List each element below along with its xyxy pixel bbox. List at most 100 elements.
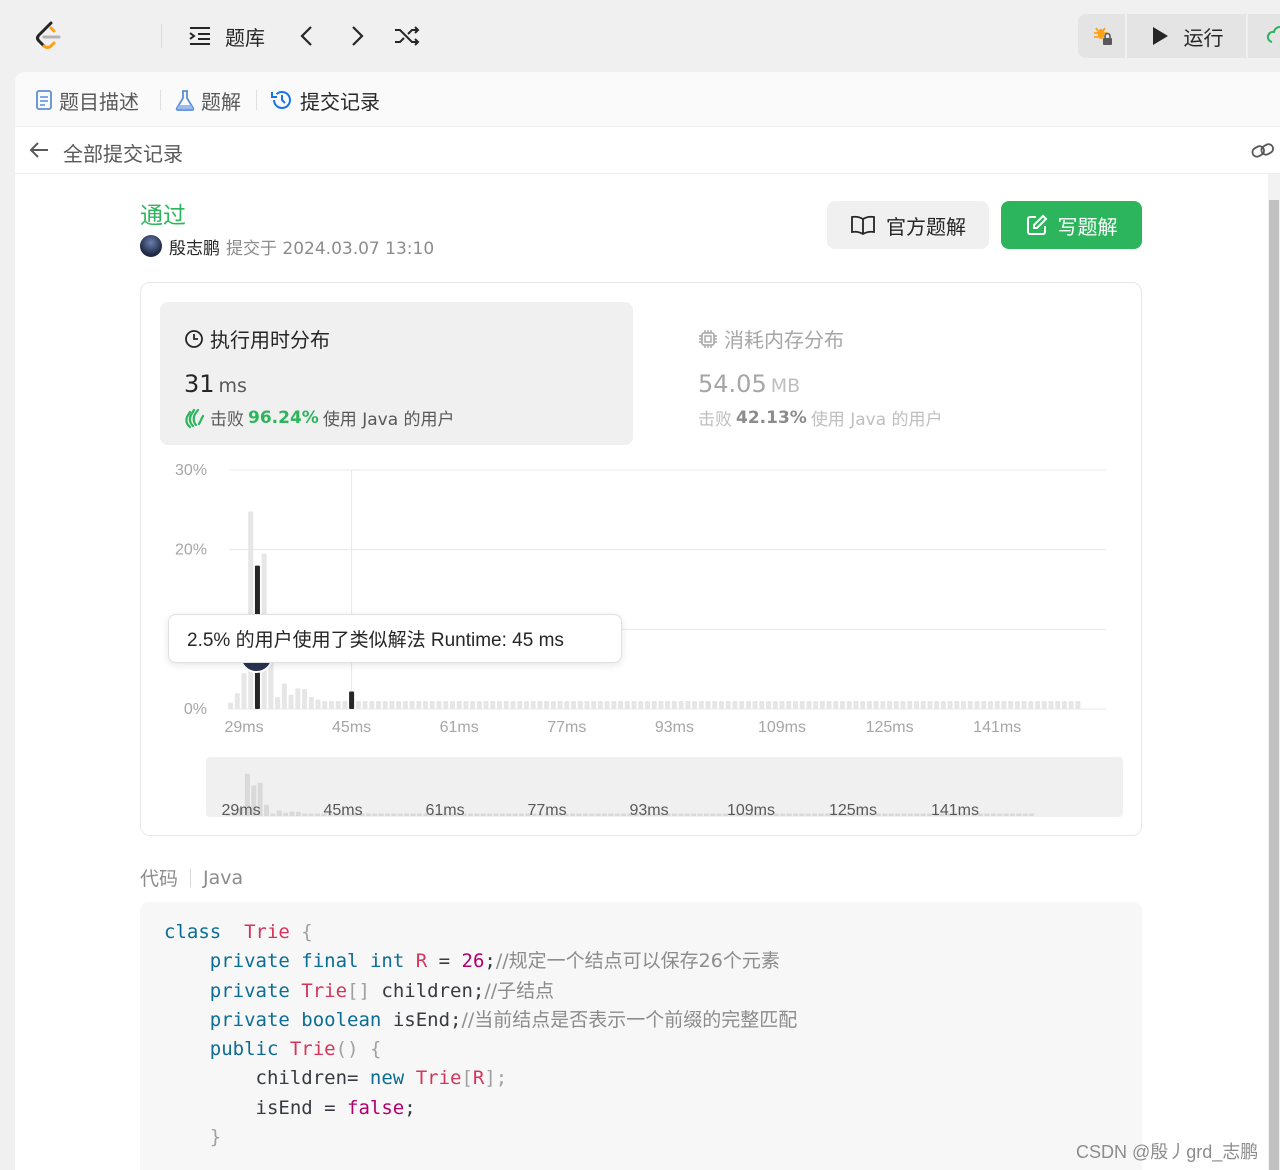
- bar: [288, 694, 294, 709]
- bar: [382, 701, 388, 709]
- avatar[interactable]: [140, 235, 162, 257]
- code-token: new: [369, 1067, 405, 1090]
- bar: [503, 701, 509, 709]
- minimap-tick-label: 29ms: [221, 802, 260, 817]
- tab-description[interactable]: 题目描述: [35, 86, 139, 114]
- minimap-bar: [780, 813, 786, 816]
- memory-stat-box[interactable]: 消耗内存分布 54.05 MB 击败 42.13% 使用 Java 的用户: [674, 302, 1124, 445]
- bar: [389, 701, 395, 709]
- bar: [537, 701, 543, 709]
- all-submissions-link[interactable]: 全部提交记录: [63, 138, 183, 167]
- bar: [463, 701, 469, 709]
- random-problem-button[interactable]: [394, 22, 420, 50]
- bar: [436, 701, 442, 709]
- problem-bank-button[interactable]: 题库: [189, 22, 265, 50]
- tab-submissions[interactable]: 提交记录: [270, 86, 380, 114]
- bar: [429, 701, 435, 709]
- bar: [806, 701, 812, 709]
- bar: [914, 701, 919, 709]
- minimap-bar: [786, 813, 792, 816]
- scrollbar-thumb[interactable]: [1269, 200, 1279, 1170]
- minimap-bar: [716, 813, 722, 816]
- minimap-tick-label: 141ms: [931, 802, 979, 817]
- bar: [396, 701, 402, 709]
- code-block[interactable]: class Trie { private final int R = 26;//…: [140, 902, 1142, 1170]
- minimap-bar: [1029, 813, 1034, 816]
- memory-title: 消耗内存分布: [698, 324, 844, 353]
- bar: [927, 701, 933, 709]
- minimap-bar: [805, 813, 811, 816]
- submit-button[interactable]: [1248, 14, 1280, 58]
- minimap-tick-label: 109ms: [727, 802, 775, 817]
- bar: [1055, 701, 1061, 709]
- bar: [369, 701, 375, 709]
- leetcode-logo-icon[interactable]: [32, 20, 64, 52]
- code-token: children;: [369, 979, 485, 1002]
- bar: [315, 699, 321, 709]
- link-icon[interactable]: [1250, 140, 1276, 162]
- minimap-bar: [799, 813, 805, 816]
- runtime-title: 执行用时分布: [184, 324, 330, 353]
- memory-unit: MB: [770, 375, 801, 397]
- tab-solutions[interactable]: 题解: [175, 86, 241, 114]
- chevron-right-icon: [348, 25, 366, 47]
- bar: [846, 701, 852, 709]
- minimap-bar: [372, 813, 378, 816]
- document-icon: [35, 89, 53, 111]
- minimap-bar: [901, 813, 907, 816]
- bar: [248, 511, 254, 709]
- bar: [302, 689, 308, 709]
- bar: [362, 701, 368, 709]
- top-bar: 题库 运行: [0, 0, 1280, 72]
- bar: [685, 701, 691, 709]
- runtime-distribution-chart[interactable]: 30% 20% 0% 29ms 45ms 61ms 77ms 93ms 109ms 125ms 14…: [151, 458, 1136, 748]
- chart-range-slider[interactable]: 29ms 45ms 61ms 77ms 93ms 109ms 125ms 141ms: [206, 757, 1123, 817]
- debug-button[interactable]: [1078, 14, 1125, 58]
- runtime-title-label: 执行用时分布: [210, 328, 330, 352]
- play-icon: [1150, 25, 1170, 47]
- bar: [275, 697, 281, 709]
- x-tick-label: 77ms: [547, 719, 586, 736]
- arrow-left-icon[interactable]: [28, 140, 50, 160]
- bar: [692, 701, 698, 709]
- minimap-bar: [684, 813, 690, 816]
- code-line: class Trie {: [164, 918, 1118, 947]
- bar: [443, 701, 449, 709]
- tab-description-label: 题目描述: [59, 89, 139, 114]
- memory-title-label: 消耗内存分布: [724, 328, 844, 352]
- minimap-bar: [270, 813, 276, 816]
- bar: [402, 701, 408, 709]
- bar: [752, 701, 758, 709]
- bar: [1021, 701, 1027, 709]
- minimap-bar: [493, 813, 499, 816]
- minimap-bar: [703, 813, 709, 816]
- code-line: public Trie() {: [164, 1035, 1118, 1064]
- bar: [517, 701, 523, 709]
- minimap-bar: [378, 813, 384, 816]
- run-button[interactable]: 运行: [1127, 14, 1246, 58]
- write-solution-button[interactable]: 写题解: [1001, 201, 1142, 249]
- code-token: ;: [404, 1096, 416, 1119]
- minimap-bar: [589, 813, 595, 816]
- code-line: private Trie[] children;//子结点: [164, 977, 1118, 1006]
- code-token: Trie: [244, 921, 290, 943]
- bar: [671, 701, 677, 709]
- bar: [1035, 701, 1041, 709]
- bar: [281, 683, 287, 709]
- minimap-bar: [601, 813, 607, 816]
- chart-tooltip: 2.5% 的用户使用了类似解法 Runtime: 45 ms: [168, 614, 622, 663]
- bar: [887, 701, 893, 709]
- prev-problem-button[interactable]: [298, 22, 316, 50]
- cloud-upload-icon: [1266, 25, 1280, 47]
- submitter-name[interactable]: 殷志鹏: [169, 234, 220, 259]
- official-solution-button[interactable]: 官方题解: [827, 201, 989, 249]
- minimap-bar: [308, 813, 314, 816]
- runtime-stat-box[interactable]: 执行用时分布 31 ms 击败 96.24% 使用 Java 的用户: [160, 302, 633, 445]
- next-problem-button[interactable]: [348, 22, 366, 50]
- bar: [241, 673, 247, 709]
- minimap-bar: [678, 813, 684, 816]
